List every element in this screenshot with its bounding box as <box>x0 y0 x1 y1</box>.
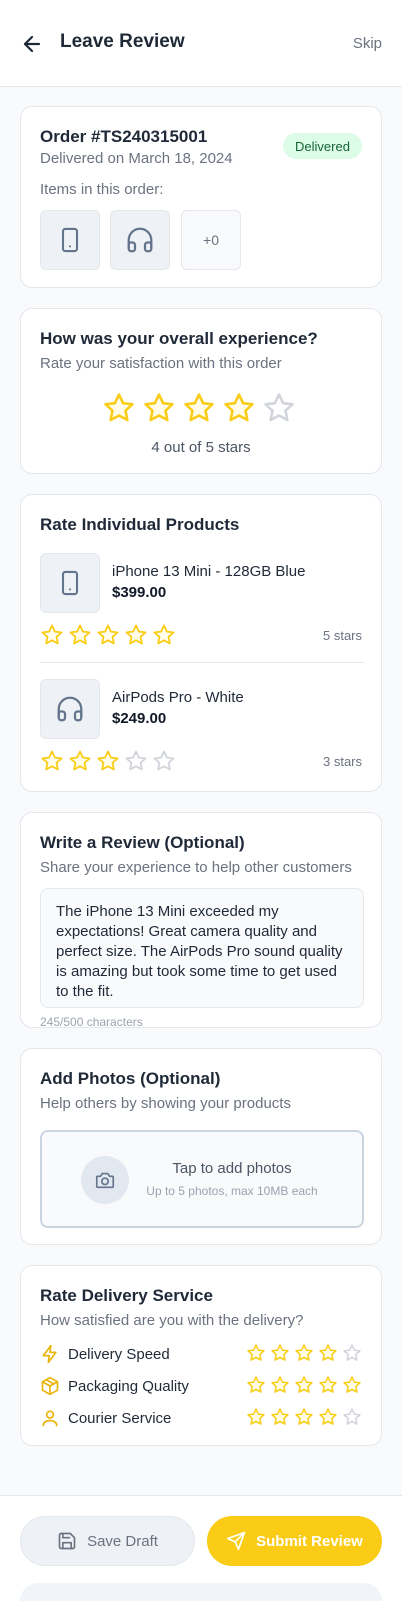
photos-title: Add Photos (Optional) <box>40 1069 221 1088</box>
star-filled-icon[interactable] <box>102 391 136 425</box>
overall-rating-text: 4 out of 5 stars <box>151 439 251 456</box>
more-items-thumbnail[interactable]: +0 <box>181 210 241 270</box>
star-filled-icon[interactable] <box>40 749 64 773</box>
photos-card: Add Photos (Optional) Help others by sho… <box>20 1048 382 1245</box>
product-name: AirPods Pro - White <box>112 689 244 706</box>
star-filled-icon[interactable] <box>318 1407 338 1427</box>
back-button[interactable] <box>20 32 44 56</box>
app-header: Leave Review Skip <box>0 0 402 87</box>
products-title: Rate Individual Products <box>40 515 240 534</box>
page-title: Leave Review <box>60 31 185 52</box>
delivery-criterion-stars[interactable] <box>246 1343 362 1363</box>
star-filled-icon[interactable] <box>124 623 148 647</box>
divider <box>40 662 364 663</box>
save-draft-label: Save Draft <box>87 1532 158 1550</box>
upload-hint: Up to 5 photos, max 10MB each <box>146 1184 318 1198</box>
product-thumbnail <box>40 553 100 613</box>
submit-review-label: Submit Review <box>256 1532 363 1550</box>
product-price: $399.00 <box>112 584 167 601</box>
status-badge: Delivered <box>283 133 362 159</box>
save-icon <box>58 1532 76 1550</box>
star-filled-icon[interactable] <box>318 1343 338 1363</box>
character-count: 245/500 characters <box>40 1015 143 1029</box>
product-thumbnail <box>40 679 100 739</box>
star-filled-icon[interactable] <box>96 749 120 773</box>
delivery-criterion-stars[interactable] <box>246 1375 362 1395</box>
star-filled-icon[interactable] <box>96 623 120 647</box>
star-filled-icon[interactable] <box>318 1375 338 1395</box>
photo-upload-area[interactable]: Tap to add photos Up to 5 photos, max 10… <box>40 1130 364 1228</box>
star-filled-icon[interactable] <box>294 1407 314 1427</box>
star-empty-icon[interactable] <box>342 1343 362 1363</box>
star-filled-icon[interactable] <box>294 1375 314 1395</box>
photos-subtitle: Help others by showing your products <box>40 1095 291 1112</box>
user-icon <box>40 1408 60 1428</box>
product-rating-text: 5 stars <box>322 628 362 643</box>
delivery-criterion-label: Delivery Speed <box>68 1346 170 1363</box>
review-title: Write a Review (Optional) <box>40 833 245 852</box>
overall-rating-card: How was your overall experience? Rate yo… <box>20 308 382 474</box>
star-filled-icon[interactable] <box>342 1375 362 1395</box>
overall-title: How was your overall experience? <box>40 329 318 348</box>
delivery-subtitle: How satisfied are you with the delivery? <box>40 1312 304 1329</box>
product-rating-text: 3 stars <box>322 754 362 769</box>
upload-title: Tap to add photos <box>172 1160 292 1177</box>
phone-icon <box>61 227 79 253</box>
skip-button[interactable]: Skip <box>353 35 382 52</box>
star-filled-icon[interactable] <box>222 391 256 425</box>
delivery-title: Rate Delivery Service <box>40 1286 213 1305</box>
star-filled-icon[interactable] <box>246 1407 266 1427</box>
submit-review-button[interactable]: Submit Review <box>207 1516 382 1566</box>
order-item-thumbnail[interactable] <box>110 210 170 270</box>
star-empty-icon[interactable] <box>124 749 148 773</box>
star-filled-icon[interactable] <box>270 1375 290 1395</box>
star-filled-icon[interactable] <box>152 623 176 647</box>
star-filled-icon[interactable] <box>270 1407 290 1427</box>
delivery-criterion-label: Courier Service <box>68 1410 172 1427</box>
star-filled-icon[interactable] <box>142 391 176 425</box>
star-filled-icon[interactable] <box>68 623 92 647</box>
product-star-rating[interactable] <box>40 623 176 647</box>
product-ratings-card: Rate Individual Products iPhone 13 Mini … <box>20 494 382 792</box>
star-empty-icon[interactable] <box>342 1407 362 1427</box>
star-filled-icon[interactable] <box>246 1343 266 1363</box>
headphones-icon <box>57 696 83 722</box>
star-filled-icon[interactable] <box>68 749 92 773</box>
headphones-icon <box>127 227 153 253</box>
overall-subtitle: Rate your satisfaction with this order <box>40 355 282 372</box>
delivery-rating-card: Rate Delivery Service How satisfied are … <box>20 1265 382 1446</box>
items-label: Items in this order: <box>40 181 164 198</box>
save-draft-button[interactable]: Save Draft <box>20 1516 195 1566</box>
product-price: $249.00 <box>112 710 167 727</box>
star-filled-icon[interactable] <box>182 391 216 425</box>
bottom-edge <box>20 1583 382 1601</box>
star-empty-icon[interactable] <box>262 391 296 425</box>
star-empty-icon[interactable] <box>152 749 176 773</box>
send-icon <box>226 1531 246 1551</box>
lightning-icon <box>40 1344 60 1364</box>
delivery-date: Delivered on March 18, 2024 <box>40 150 233 167</box>
star-filled-icon[interactable] <box>294 1343 314 1363</box>
star-filled-icon[interactable] <box>270 1343 290 1363</box>
review-textarea[interactable]: The iPhone 13 Mini exceeded my expectati… <box>40 888 364 1008</box>
delivery-criterion-stars[interactable] <box>246 1407 362 1427</box>
delivery-criterion-label: Packaging Quality <box>68 1378 189 1395</box>
star-filled-icon[interactable] <box>40 623 64 647</box>
arrow-left-icon <box>23 35 41 53</box>
phone-icon <box>61 570 79 596</box>
order-summary-card: Order #TS240315001 Delivered on March 18… <box>20 106 382 288</box>
product-name: iPhone 13 Mini - 128GB Blue <box>112 563 306 580</box>
review-subtitle: Share your experience to help other cust… <box>40 859 352 876</box>
more-items-count: +0 <box>203 232 219 248</box>
order-number: Order #TS240315001 <box>40 127 208 146</box>
product-star-rating[interactable] <box>40 749 176 773</box>
review-card: Write a Review (Optional) Share your exp… <box>20 812 382 1029</box>
star-filled-icon[interactable] <box>246 1375 266 1395</box>
overall-star-rating[interactable] <box>102 391 296 425</box>
package-icon <box>40 1376 60 1396</box>
order-item-thumbnail[interactable] <box>40 210 100 270</box>
